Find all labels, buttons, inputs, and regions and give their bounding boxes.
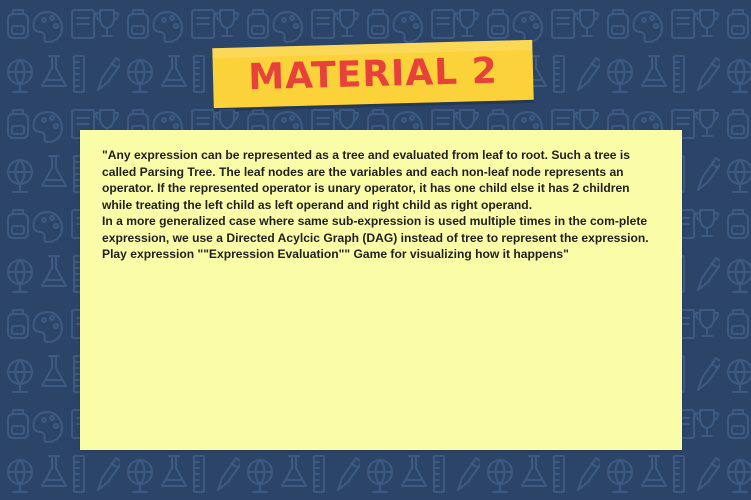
content-paragraph: "Any expression can be represented as a …: [102, 148, 630, 212]
content-text: "Any expression can be represented as a …: [102, 147, 662, 263]
content-paragraph: Play expression ""Expression Evaluation"…: [102, 247, 569, 261]
page-title: MATERIAL 2: [247, 50, 499, 98]
content-paragraph: In a more generalized case where same su…: [102, 214, 649, 245]
